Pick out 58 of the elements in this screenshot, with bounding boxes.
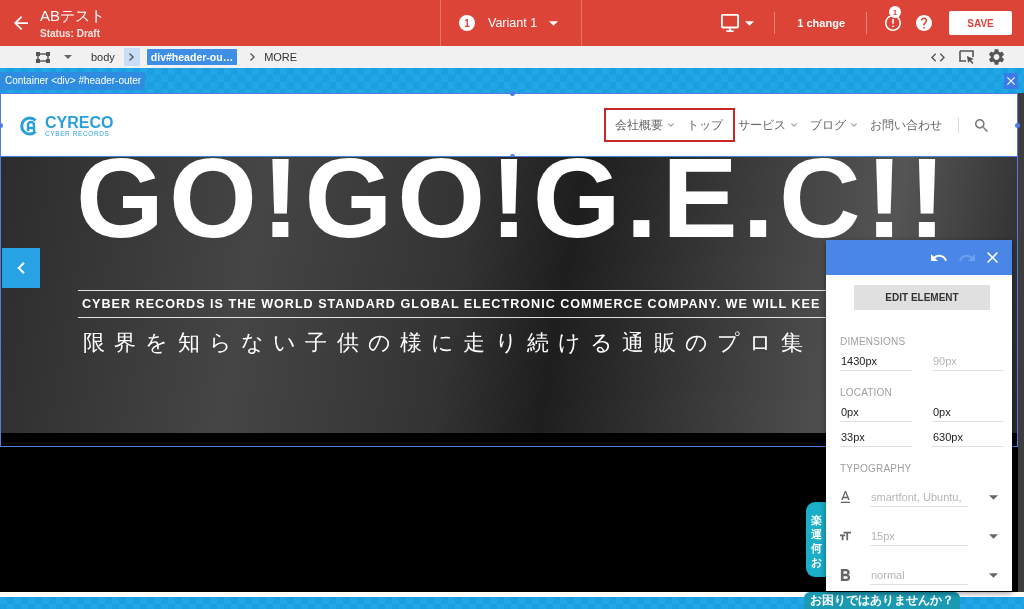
changes-count[interactable]: 1 change bbox=[797, 17, 845, 29]
property-field[interactable]: 90px bbox=[932, 352, 1004, 371]
font-weight-field[interactable]: normal bbox=[870, 565, 968, 585]
section-label: TYPOGRAPHY bbox=[840, 463, 912, 475]
undo-icon[interactable] bbox=[931, 254, 947, 261]
section-label: DIMENSIONS bbox=[840, 336, 906, 348]
property-field[interactable]: 0px bbox=[840, 403, 912, 422]
text-color-icon bbox=[840, 491, 851, 503]
selection-box-icon[interactable] bbox=[36, 51, 50, 63]
selection-handle[interactable] bbox=[1015, 123, 1020, 128]
hero-subtitle: 限界を知らない子供の様に走り続ける通販のプロ集 bbox=[83, 330, 813, 357]
more-link[interactable]: MORE bbox=[264, 49, 298, 65]
element-picker-icon[interactable] bbox=[959, 50, 975, 64]
font-size-field[interactable]: 15px bbox=[870, 526, 968, 546]
experiment-title: ABテスト bbox=[40, 6, 105, 25]
section-label: LOCATION bbox=[840, 387, 892, 399]
caret-icon[interactable] bbox=[745, 20, 755, 26]
close-icon[interactable] bbox=[987, 252, 998, 263]
search-icon[interactable] bbox=[975, 118, 988, 132]
dropdown-caret-icon[interactable] bbox=[989, 494, 998, 500]
font-family-field[interactable]: smartfont, Ubuntu, bbox=[870, 487, 968, 507]
hero-headline: GO!GO!G.E.C!! bbox=[76, 157, 951, 240]
nav-item[interactable]: トップ bbox=[687, 117, 723, 133]
property-field[interactable]: 33px bbox=[840, 428, 912, 447]
breadcrumb-item[interactable]: body bbox=[91, 49, 115, 65]
property-field[interactable]: 0px bbox=[932, 403, 1004, 422]
code-icon[interactable] bbox=[931, 52, 945, 62]
bold-icon bbox=[840, 569, 851, 581]
chevron-left-icon bbox=[17, 262, 25, 274]
save-button[interactable]: SAVE bbox=[949, 11, 1012, 35]
help-icon[interactable] bbox=[916, 15, 932, 31]
selection-label: Container <div> #header-outer bbox=[0, 71, 146, 90]
alert-icon[interactable] bbox=[885, 15, 901, 31]
nav-item[interactable]: 会社概要 bbox=[615, 117, 674, 133]
caret-icon bbox=[549, 20, 559, 26]
dropdown-caret-icon[interactable] bbox=[989, 572, 998, 578]
breadcrumb-item[interactable]: div#header-ou… bbox=[146, 49, 238, 65]
monitor-icon[interactable] bbox=[721, 14, 740, 32]
nav-item[interactable]: お問い合わせ bbox=[870, 117, 942, 133]
settings-icon[interactable] bbox=[989, 49, 1004, 65]
property-field[interactable]: 1430px bbox=[840, 352, 912, 371]
variant-number: 1 bbox=[459, 15, 475, 31]
chat-prompt-tab[interactable]: お困りではありませんか？ bbox=[804, 592, 960, 609]
property-field[interactable]: 630px bbox=[932, 428, 1004, 447]
dropdown-caret-icon[interactable] bbox=[989, 533, 998, 539]
nav-item[interactable]: ブログ bbox=[810, 117, 857, 133]
nav-item[interactable]: サービス bbox=[738, 117, 797, 133]
close-icon[interactable] bbox=[1004, 72, 1018, 89]
selection-handle[interactable] bbox=[510, 91, 515, 96]
chat-message: 楽 運 何 お bbox=[811, 513, 822, 569]
logo-icon[interactable] bbox=[20, 116, 40, 136]
caret-icon[interactable] bbox=[64, 55, 72, 59]
hero-tagline: CYBER RECORDS IS THE WORLD STANDARD GLOBAL ELECTRONIC COMMERCE COMPANY. WE WILL KEE bbox=[82, 297, 821, 312]
edit-element-button[interactable]: EDIT ELEMENT bbox=[854, 285, 990, 310]
back-arrow-icon[interactable] bbox=[14, 16, 28, 30]
text-size-icon bbox=[840, 530, 851, 542]
status-text: Status: Draft bbox=[40, 27, 100, 40]
notification-badge: 1 bbox=[889, 6, 901, 18]
